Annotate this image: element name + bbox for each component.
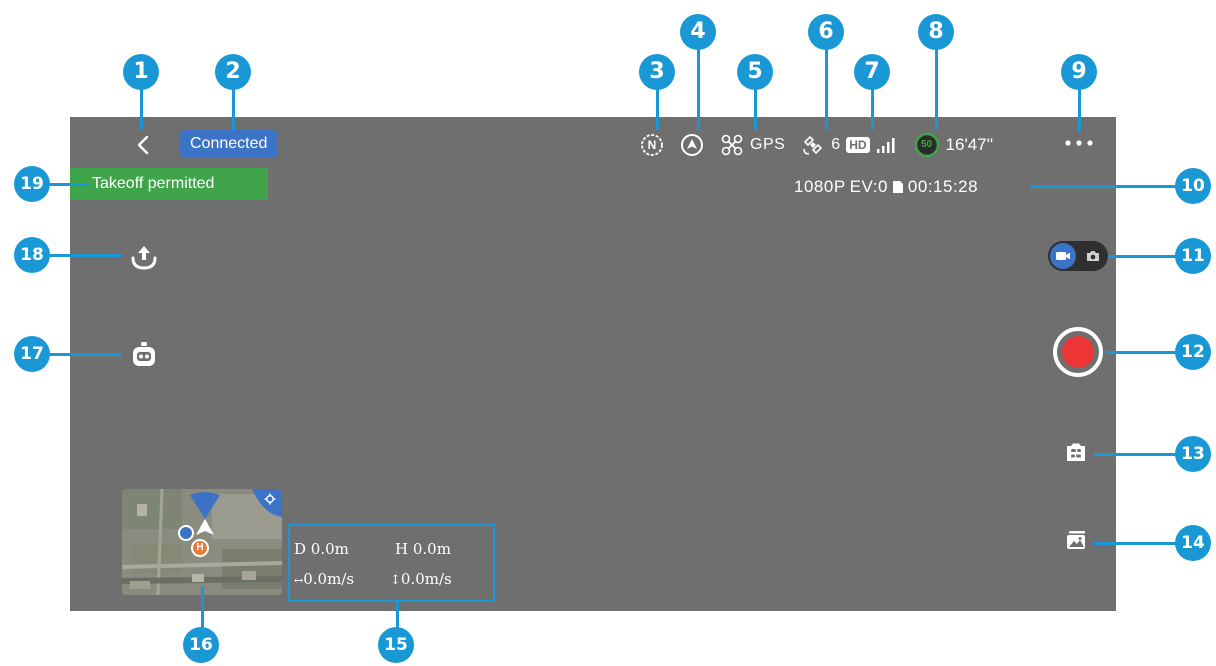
callout-line <box>754 86 757 130</box>
callout-3: 3 <box>639 54 675 90</box>
locate-icon <box>252 489 282 517</box>
navigation-arrow-icon[interactable] <box>680 133 704 157</box>
callout-13: 13 <box>1175 436 1211 472</box>
camera-view[interactable]: Connected Takeoff permitted N GPS 6 HD 5… <box>70 117 1116 611</box>
map-locate-button[interactable] <box>252 489 282 517</box>
satellite-count: 6 <box>831 136 841 153</box>
callout-line <box>140 86 143 130</box>
connection-status-badge: Connected <box>179 130 279 158</box>
record-button[interactable] <box>1053 327 1103 377</box>
back-button[interactable] <box>132 133 156 157</box>
compass-letter: N <box>647 138 657 152</box>
video-mode-option[interactable] <box>1050 243 1076 269</box>
sd-card-icon <box>892 181 903 193</box>
photo-video-toggle[interactable] <box>1048 241 1108 271</box>
takeoff-icon <box>131 246 157 270</box>
callout-line <box>1094 453 1180 456</box>
height-readout: H 0.0m <box>395 540 451 558</box>
callout-9: 9 <box>1061 54 1097 90</box>
callout-12: 12 <box>1175 334 1211 370</box>
callout-line <box>201 586 204 630</box>
signal-bars-icon <box>876 138 895 153</box>
mini-map[interactable]: H <box>122 489 282 595</box>
callout-line <box>1106 351 1180 354</box>
callout-15: 15 <box>378 627 414 663</box>
vertical-speed-readout: 0.0m/s <box>400 570 452 588</box>
horizontal-arrows-icon: ↔ <box>294 574 304 587</box>
callout-line <box>396 600 399 630</box>
callout-8: 8 <box>918 14 954 50</box>
callout-5: 5 <box>737 54 773 90</box>
drone-icon <box>721 134 743 156</box>
callout-1: 1 <box>123 54 159 90</box>
vertical-arrows-icon: ↕ <box>390 573 401 588</box>
vertical-speed-row: ↕0.0m/s <box>390 570 452 588</box>
callout-line <box>232 86 235 130</box>
exposure-value: EV:0 <box>849 177 888 196</box>
callout-line <box>935 46 938 130</box>
callout-line <box>1108 255 1180 258</box>
flight-time-remaining: 16'47'' <box>945 135 994 154</box>
horizontal-speed-readout: 0.0m/s <box>303 570 355 588</box>
takeoff-button[interactable] <box>128 243 160 273</box>
photo-camera-icon[interactable] <box>1080 243 1106 269</box>
gallery-icon <box>1067 531 1085 549</box>
callout-line <box>1030 185 1180 188</box>
home-marker-label: H <box>196 542 204 553</box>
callout-7: 7 <box>854 54 890 90</box>
callout-line <box>50 183 90 186</box>
satellite-icon <box>803 135 823 155</box>
takeoff-status-banner: Takeoff permitted <box>70 168 268 200</box>
recording-time: 00:15:28 <box>907 177 979 196</box>
callout-line <box>1094 542 1180 545</box>
callout-11: 11 <box>1175 238 1211 274</box>
telemetry-panel: D 0.0m H 0.0m ↔0.0m/s ↕0.0m/s <box>288 524 495 602</box>
more-menu-button[interactable] <box>1063 136 1095 150</box>
video-camera-icon <box>1056 252 1070 260</box>
robot-icon <box>133 342 155 366</box>
more-dots-icon <box>1065 140 1093 146</box>
callout-6: 6 <box>808 14 844 50</box>
intelligent-flight-button[interactable] <box>128 341 160 369</box>
compass-icon[interactable]: N <box>640 133 664 157</box>
callout-line <box>825 46 828 130</box>
callout-14: 14 <box>1175 525 1211 561</box>
status-bar: N GPS 6 HD 50 16'47'' <box>640 132 993 158</box>
record-icon <box>1062 336 1094 368</box>
callout-line <box>871 86 874 130</box>
callout-19: 19 <box>14 166 50 202</box>
battery-ring-icon: 50 <box>914 132 940 158</box>
callout-line <box>50 353 122 356</box>
callout-line <box>1078 86 1081 132</box>
horizontal-speed-row: ↔0.0m/s <box>294 570 354 588</box>
video-quality-badge: HD <box>846 137 870 153</box>
camera-settings-icon <box>1067 443 1085 461</box>
callout-2: 2 <box>215 54 251 90</box>
callout-18: 18 <box>14 237 50 273</box>
camera-settings-button[interactable] <box>1063 439 1089 465</box>
distance-readout: D 0.0m <box>294 540 349 558</box>
gallery-button[interactable] <box>1063 527 1089 553</box>
callout-4: 4 <box>680 14 716 50</box>
callout-17: 17 <box>14 336 50 372</box>
positioning-mode-label: GPS <box>750 136 786 153</box>
callout-16: 16 <box>183 627 219 663</box>
callout-line <box>697 46 700 130</box>
battery-level: 50 <box>920 139 933 150</box>
callout-10: 10 <box>1175 168 1211 204</box>
video-resolution: 1080P <box>794 177 846 196</box>
chevron-left-icon <box>137 135 149 155</box>
callout-line <box>50 254 122 257</box>
callout-line <box>656 86 659 130</box>
home-point-icon: H <box>191 539 209 557</box>
recording-info: 1080P EV:0 00:15:28 <box>794 177 978 197</box>
